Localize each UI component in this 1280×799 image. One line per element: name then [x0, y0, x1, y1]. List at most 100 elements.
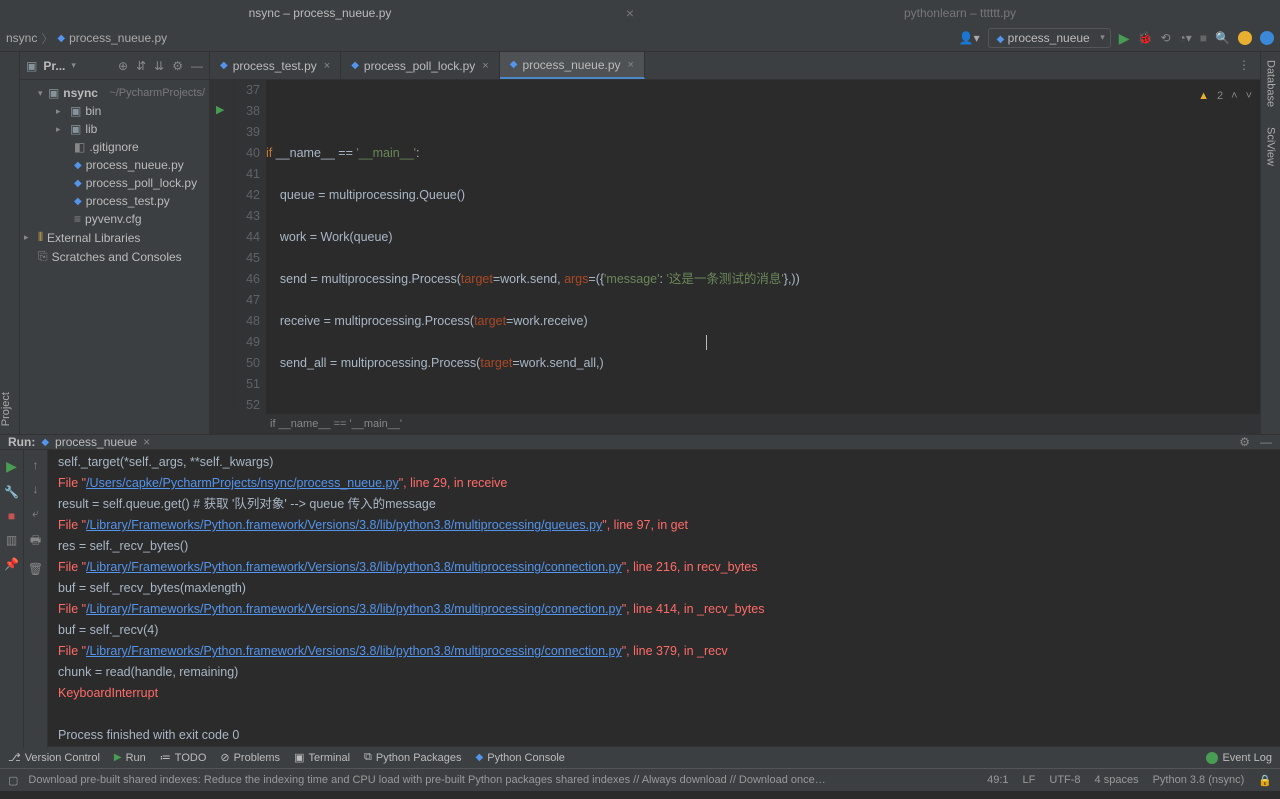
breadcrumb[interactable]: nsync 〉 ◆ process_nueue.py [6, 30, 167, 47]
chevron-down-icon[interactable]: ˅ [1246, 86, 1252, 107]
close-icon[interactable]: × [324, 60, 330, 72]
project-tool-button[interactable]: Project [0, 392, 19, 426]
tree-folder-lib[interactable]: ▸▣lib [20, 120, 209, 138]
run-config-dropdown[interactable]: ◆ process_nueue [988, 28, 1111, 48]
tree-label: External Libraries [47, 231, 140, 245]
sb-label: Event Log [1222, 752, 1272, 764]
tab-process-nueue[interactable]: ◆process_nueue.py× [500, 52, 645, 79]
gear-icon[interactable]: ⚙ [172, 59, 183, 73]
code-editor[interactable]: ▶ 37383940414243444546474849505152 if __… [210, 80, 1260, 414]
right-tool-stripe[interactable]: Database SciView [1260, 52, 1280, 434]
event-log-button[interactable]: Event Log [1206, 752, 1272, 764]
console-output[interactable]: self._target(*self._args, **self._kwargs… [48, 450, 1280, 748]
inspection-status[interactable]: ▲2 ˄ ˅ [1198, 84, 1252, 108]
hide-icon[interactable]: — [1260, 435, 1272, 449]
stop-button[interactable]: ■ [8, 509, 15, 523]
run-button[interactable]: ▶ [1119, 30, 1130, 47]
param: target [474, 314, 506, 328]
trash-icon[interactable]: 🗑 [28, 562, 43, 576]
tree-root[interactable]: ▾▣nsync ~/PycharmProjects/ [20, 84, 209, 102]
tabs-more-icon[interactable]: ⋮ [1228, 52, 1260, 79]
tree-file-process-nueue[interactable]: ◆process_nueue.py [20, 156, 209, 174]
sb-label: Run [126, 752, 146, 764]
wrap-icon[interactable]: ⤶ [32, 506, 39, 521]
search-icon[interactable]: 🔍 [1215, 31, 1230, 45]
tree-hint: ~/PycharmProjects/ [109, 87, 205, 99]
up-icon[interactable]: ↑ [33, 458, 39, 472]
tab-process-poll-lock[interactable]: ◆process_poll_lock.py× [341, 52, 500, 79]
tree-file-process-poll-lock[interactable]: ◆process_poll_lock.py [20, 174, 209, 192]
gear-icon[interactable]: ⚙ [1239, 435, 1250, 449]
stop-button[interactable]: ■ [1200, 31, 1207, 45]
code-content[interactable]: if __name__ == '__main__': queue = multi… [266, 80, 1260, 414]
profile-button[interactable]: ◔▾ [1179, 31, 1192, 45]
pin-icon[interactable]: 📌 [4, 557, 19, 571]
tab-process-test[interactable]: ◆process_test.py× [210, 52, 341, 79]
status-message[interactable]: Download pre-built shared indexes: Reduc… [28, 774, 828, 786]
chevron-right-icon[interactable]: ▸ [24, 232, 34, 243]
debug-button[interactable]: 🐞 [1138, 31, 1153, 45]
quick-list-icon[interactable]: ▢ [8, 774, 18, 787]
editor-tabs: ◆process_test.py× ◆process_poll_lock.py×… [210, 52, 1260, 80]
expand-icon[interactable]: ⇵ [136, 59, 146, 73]
close-icon[interactable]: × [482, 60, 488, 72]
down-icon[interactable]: ↓ [33, 482, 39, 496]
terminal-button[interactable]: ▣Terminal [294, 751, 350, 764]
print-icon[interactable]: 🖶 [30, 531, 41, 552]
line-numbers: 37383940414243444546474849505152 [234, 80, 266, 414]
rerun-button[interactable]: ▶ [6, 458, 17, 475]
tree-file-process-test[interactable]: ◆process_test.py [20, 192, 209, 210]
avatar[interactable] [1260, 31, 1274, 45]
bottom-tool-bar: ⎇Version Control ▶Run ≔TODO ⊘Problems ▣T… [0, 746, 1280, 768]
python-console-button[interactable]: ◆Python Console [476, 752, 565, 764]
chevron-up-icon[interactable]: ˄ [1231, 86, 1237, 107]
breadcrumb-file[interactable]: process_nueue.py [69, 31, 167, 45]
close-icon[interactable]: × [626, 5, 634, 21]
sciview-tool-button[interactable]: SciView [1265, 127, 1277, 166]
chevron-right-icon[interactable]: ▸ [56, 124, 66, 135]
code-breadcrumb[interactable]: if __name__ == '__main__' [210, 414, 1260, 434]
editor-area: ◆process_test.py× ◆process_poll_lock.py×… [210, 52, 1260, 434]
tree-folder-bin[interactable]: ▸▣bin [20, 102, 209, 120]
sb-label: TODO [175, 752, 207, 764]
layout-icon[interactable]: ▥ [6, 533, 17, 547]
tools-icon[interactable]: 🔧 [4, 485, 19, 499]
user-icon[interactable]: 👤▾ [959, 31, 980, 45]
tree-file-gitignore[interactable]: ◧.gitignore [20, 138, 209, 156]
interpreter-info[interactable]: Python 3.8 (nsync) [1153, 774, 1245, 787]
caret-position[interactable]: 49:1 [987, 774, 1008, 787]
close-icon[interactable]: × [143, 435, 150, 449]
tree-file-pyvenv[interactable]: ≡pyvenv.cfg [20, 210, 209, 228]
run-tool-button[interactable]: ▶Run [114, 752, 146, 764]
collapse-icon[interactable]: ⇊ [154, 59, 164, 73]
version-control-button[interactable]: ⎇Version Control [8, 751, 100, 764]
line-separator[interactable]: LF [1023, 774, 1036, 787]
chevron-down-icon[interactable]: ▾ [71, 60, 76, 71]
file-encoding[interactable]: UTF-8 [1049, 774, 1080, 787]
ide-update-icon[interactable] [1238, 31, 1252, 45]
database-tool-button[interactable]: Database [1265, 60, 1277, 107]
package-icon: ⧉ [364, 751, 372, 764]
tree-label: process_poll_lock.py [86, 176, 197, 190]
chevron-down-icon[interactable]: ▾ [38, 88, 44, 99]
todo-button[interactable]: ≔TODO [160, 751, 207, 764]
event-dot-icon [1206, 752, 1218, 764]
breadcrumb-project[interactable]: nsync [6, 31, 37, 45]
lock-icon[interactable]: 🔒 [1258, 774, 1272, 787]
python-icon: ◆ [476, 752, 484, 763]
code-text: __name__ == [272, 146, 356, 160]
indent-info[interactable]: 4 spaces [1095, 774, 1139, 787]
python-packages-button[interactable]: ⧉Python Packages [364, 751, 461, 764]
chevron-right-icon[interactable]: ▸ [56, 106, 66, 117]
run-line-icon[interactable]: ▶ [216, 103, 233, 116]
run-panel-header: Run: ◆ process_nueue × ⚙ — [0, 435, 1280, 450]
left-tool-stripe[interactable]: Project [0, 52, 20, 434]
hide-icon[interactable]: — [191, 59, 203, 73]
coverage-button[interactable]: ⟲ [1160, 31, 1170, 45]
problems-button[interactable]: ⊘Problems [220, 751, 280, 764]
close-icon[interactable]: × [628, 59, 634, 71]
string: '__main__' [356, 146, 416, 160]
locate-icon[interactable]: ⊕ [118, 59, 128, 73]
tree-scratches[interactable]: ⎘Scratches and Consoles [20, 247, 209, 266]
tree-external-libs[interactable]: ▸⫴External Libraries [20, 228, 209, 247]
